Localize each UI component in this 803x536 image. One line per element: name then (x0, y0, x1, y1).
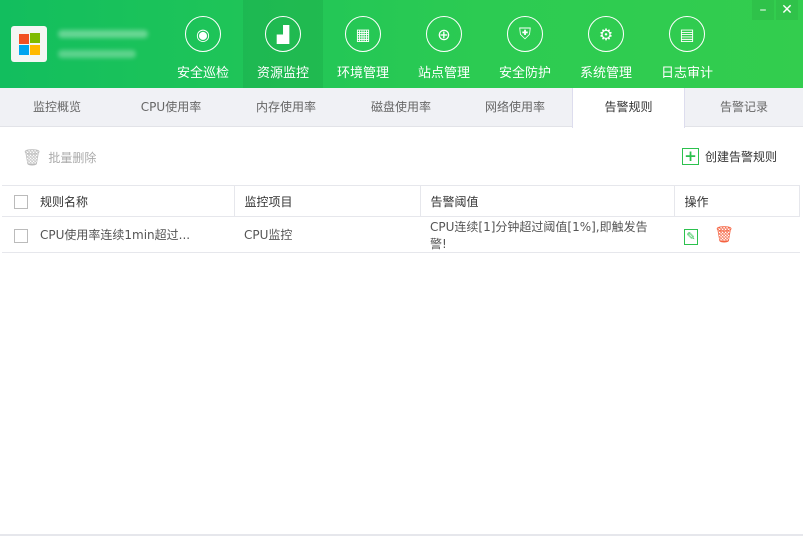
eye-refresh-icon: ◉ (185, 16, 221, 52)
delete-icon[interactable]: 🗑 (714, 225, 734, 244)
nav-site[interactable]: ⊕ 站点管理 (404, 0, 484, 88)
tab-alert-rules[interactable]: 告警规则 (572, 88, 685, 128)
shield-icon: ⛨ (507, 16, 543, 52)
create-rule-button[interactable]: + 创建告警规则 (682, 148, 777, 165)
brand-name-blurred (58, 30, 148, 38)
tab-bar: 监控概览 CPU使用率 内存使用率 磁盘使用率 网络使用率 告警规则 告警记录 (0, 88, 803, 128)
monitor-gear-icon: ⚙ (588, 16, 624, 52)
globe-icon: ⊕ (426, 16, 462, 52)
windows-logo (11, 26, 47, 62)
app-header: ◉ 安全巡检 ▟ 资源监控 ▦ 环境管理 ⊕ 站点管理 ⛨ 安全防护 ⚙ 系统管理 ▤ 日志审… (0, 0, 803, 88)
tab-overview[interactable]: 监控概览 (0, 88, 114, 127)
monitor-chart-icon: ▟ (265, 16, 301, 52)
minimize-button[interactable]: – (752, 0, 774, 20)
trash-icon: 🗑 (22, 148, 43, 167)
select-all-checkbox[interactable] (14, 195, 28, 209)
row-checkbox[interactable] (14, 228, 28, 243)
table-row: CPU使用率连续1min超过... CPU监控 CPU连续[1]分钟超过阈值[1… (2, 216, 800, 253)
nav-resource-monitor[interactable]: ▟ 资源监控 (243, 0, 323, 88)
tab-alert-records[interactable]: 告警记录 (685, 88, 803, 127)
nav-security-inspection[interactable]: ◉ 安全巡检 (163, 0, 243, 88)
plus-icon: + (682, 148, 699, 165)
brand-subtitle-blurred (58, 50, 136, 58)
alert-rules-table: 规则名称 监控项目 告警阈值 操作 CPU使用率连续1min超过... CPU监… (2, 185, 800, 253)
table-header: 规则名称 监控项目 告警阈值 操作 (2, 185, 800, 217)
nav-protection[interactable]: ⛨ 安全防护 (485, 0, 565, 88)
tab-disk[interactable]: 磁盘使用率 (344, 88, 458, 127)
building-icon: ▦ (345, 16, 381, 52)
nav-log-audit[interactable]: ▤ 日志审计 (647, 0, 727, 88)
batch-delete-button[interactable]: 🗑 批量删除 (22, 148, 96, 167)
close-button[interactable]: ✕ (776, 0, 798, 20)
nav-system[interactable]: ⚙ 系统管理 (566, 0, 646, 88)
edit-icon[interactable]: ✎ (684, 228, 698, 245)
document-icon: ▤ (669, 16, 705, 52)
tab-memory[interactable]: 内存使用率 (228, 88, 344, 127)
nav-environment[interactable]: ▦ 环境管理 (323, 0, 403, 88)
tab-cpu[interactable]: CPU使用率 (114, 88, 228, 127)
tab-network[interactable]: 网络使用率 (458, 88, 572, 127)
